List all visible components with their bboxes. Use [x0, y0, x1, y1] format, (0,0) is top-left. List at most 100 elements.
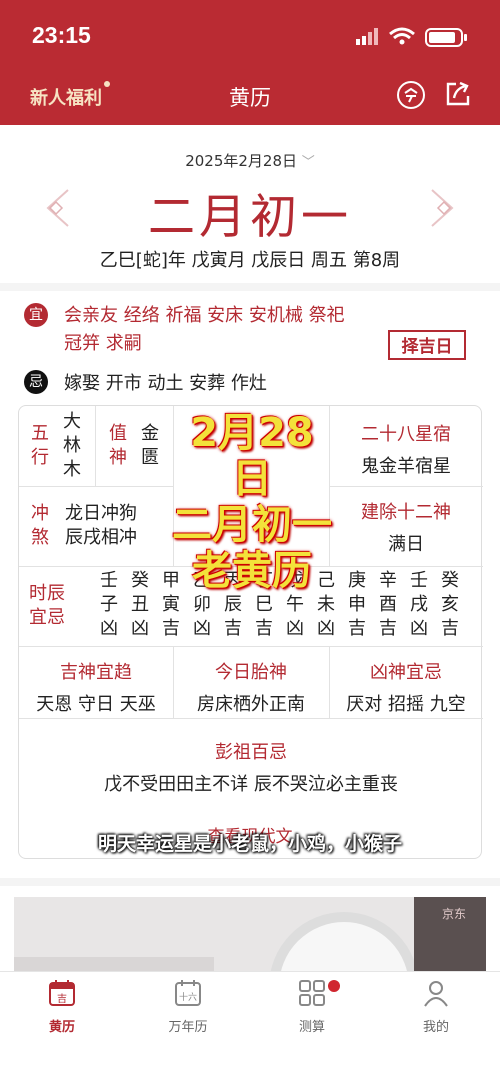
shichen-luck: 凶	[131, 618, 149, 639]
shichen-hour: 壬戌凶	[404, 569, 434, 641]
tab-almanac[interactable]: 吉 黄历	[22, 978, 102, 1035]
shichen-branch: 寅	[162, 594, 180, 615]
pengzu-label: 彭祖百忌	[215, 742, 287, 763]
ad-brand: 京东	[442, 907, 467, 921]
chevron-down-icon: ﹀	[301, 155, 315, 170]
solar-date-picker[interactable]: 2025年2月28日 ﹀	[0, 150, 500, 171]
divider	[0, 878, 500, 886]
shichen-stem: 壬	[410, 570, 428, 591]
yi-items-line1: 会亲友 经络 祈福 安床 安机械 祭祀	[64, 305, 345, 326]
tab-profile-label: 我的	[422, 1020, 449, 1035]
tab-perpetual-calendar-label: 万年历	[168, 1020, 208, 1035]
share-button[interactable]	[444, 80, 474, 110]
perpetual-calendar-icon: 十六	[175, 980, 201, 1006]
taishen-label: 今日胎神	[215, 662, 287, 683]
shichen-luck: 凶	[193, 618, 211, 639]
chongsha-label: 冲煞	[31, 503, 49, 548]
shichen-hour: 癸丑凶	[125, 569, 155, 641]
xingxiu-value: 鬼金羊宿星	[361, 456, 451, 477]
calendar-icon-text: 吉	[57, 993, 67, 1005]
shichen-luck: 吉	[379, 618, 397, 639]
shichen-stem: 癸	[441, 570, 459, 591]
video-subtitle: 明天幸运星是小老鼠，小鸡，小猴子	[97, 833, 402, 855]
app-header: 23:15 新人福利 黄历	[0, 0, 500, 125]
shichen-hour: 辛酉吉	[373, 569, 403, 641]
shichen-luck: 吉	[162, 618, 180, 639]
shichen-luck: 凶	[410, 618, 428, 639]
wuxing-label: 五行	[31, 423, 49, 468]
shichen-branch: 丑	[131, 594, 149, 615]
status-icons	[354, 26, 474, 52]
ganzhi-line: 乙巳[蛇]年 戊寅月 戊辰日 周五 第8周	[99, 250, 401, 271]
jishen-label: 吉神宜趋	[60, 662, 132, 683]
shichen-luck: 吉	[441, 618, 459, 639]
shichen-stem: 辛	[379, 570, 397, 591]
perpetual-calendar-icon-text: 十六	[179, 991, 197, 1003]
prev-day-icon[interactable]	[42, 188, 72, 228]
shichen-luck: 吉	[224, 618, 242, 639]
divider	[0, 283, 500, 291]
shichen-branch: 亥	[441, 594, 459, 615]
tab-fortune-label: 测算	[298, 1020, 325, 1035]
shichen-luck: 凶	[317, 618, 335, 639]
chongsha-value: 龙日冲狗 辰戌相冲	[65, 503, 137, 548]
tab-fortune[interactable]: 测算	[272, 978, 352, 1035]
shichen-branch: 卯	[193, 594, 211, 615]
jianchu-label: 建除十二神	[361, 502, 451, 523]
overlay-line1: 2月28日	[190, 410, 314, 502]
shichen-branch: 申	[348, 594, 366, 615]
shichen-stem: 癸	[131, 570, 149, 591]
video-overlay-title: 2月28日 二月初一 老黄历	[172, 410, 332, 594]
zhishen-value: 金匮	[141, 423, 159, 468]
shichen-branch: 子	[100, 594, 118, 615]
shichen-branch: 巳	[255, 594, 273, 615]
signal-wifi-battery-icon	[356, 27, 467, 47]
shichen-hour: 壬子凶	[94, 569, 124, 641]
notification-dot	[328, 980, 340, 992]
shichen-luck: 吉	[255, 618, 273, 639]
overlay-line2: 二月初一	[172, 502, 332, 548]
shichen-hour: 庚申吉	[342, 569, 372, 641]
ad-image	[14, 897, 486, 973]
shichen-branch: 未	[317, 594, 335, 615]
next-day-icon[interactable]	[428, 188, 458, 228]
user-icon	[424, 981, 448, 1007]
zhishen-label: 值神	[109, 423, 127, 468]
tab-bar: 吉 黄历 十六 万年历 测算 我的	[0, 971, 500, 1082]
ji-badge: 忌	[24, 370, 48, 394]
tab-perpetual-calendar[interactable]: 十六 万年历	[148, 978, 228, 1035]
select-auspicious-day-button[interactable]: 择吉日	[388, 330, 466, 360]
ji-list: 嫁娶 开市 动土 安葬 作灶	[64, 373, 267, 394]
today-icon	[397, 81, 425, 109]
shichen-luck: 凶	[286, 618, 304, 639]
status-time: 23:15	[32, 22, 91, 48]
shichen-luck: 凶	[100, 618, 118, 639]
share-today-button[interactable]	[396, 80, 426, 110]
lunar-date: 二月初一	[148, 190, 352, 245]
shichen-stem: 壬	[100, 570, 118, 591]
xingxiu-label: 二十八星宿	[361, 424, 451, 445]
tab-profile[interactable]: 我的	[396, 978, 476, 1035]
jianchu-value: 满日	[388, 534, 424, 555]
wuxing-value: 大林木	[63, 411, 81, 480]
ad-banner[interactable]: 京东	[14, 897, 486, 973]
xiongshen-label: 凶神宜忌	[370, 662, 442, 683]
shichen-hour: 癸亥吉	[435, 569, 465, 641]
tab-almanac-label: 黄历	[48, 1020, 75, 1035]
shichen-branch: 酉	[379, 594, 397, 615]
shichen-stem: 庚	[348, 570, 366, 591]
grid-icon	[299, 980, 325, 1006]
jishen-value: 天恩 守日 天巫	[36, 694, 156, 715]
shichen-luck: 吉	[348, 618, 366, 639]
shichen-branch: 午	[286, 594, 304, 615]
yi-list: 会亲友 经络 祈福 安床 安机械 祭祀 冠笄 求嗣	[64, 302, 394, 358]
shichen-branch: 辰	[224, 594, 242, 615]
overlay-line3: 老黄历	[192, 548, 312, 594]
pengzu-value: 戊不受田田主不详 辰不哭泣必主重丧	[104, 774, 398, 795]
shichen-branch: 戌	[410, 594, 428, 615]
shichen-label: 时辰 宜忌	[29, 583, 65, 628]
solar-date: 2025年2月28日	[185, 152, 297, 170]
share-icon	[446, 81, 470, 106]
calendar-icon: 吉	[49, 980, 75, 1006]
yi-badge: 宜	[24, 303, 48, 327]
